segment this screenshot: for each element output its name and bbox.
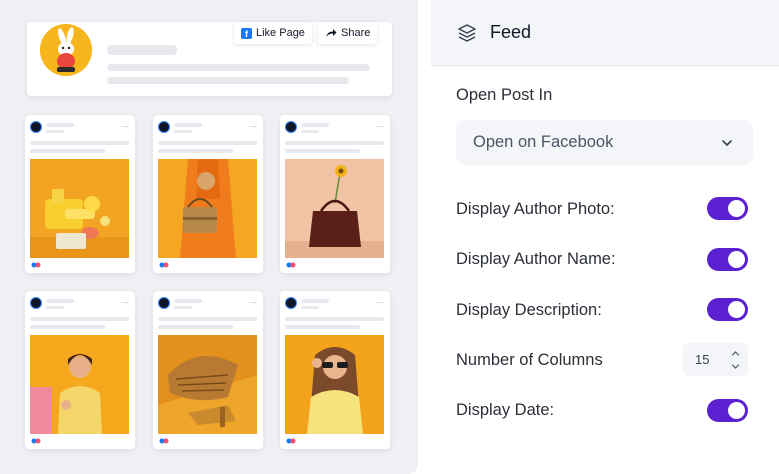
post-card[interactable]: ... — [25, 291, 135, 449]
post-text-skeleton — [158, 317, 257, 321]
post-date-skeleton — [301, 306, 319, 309]
post-image[interactable] — [30, 159, 129, 258]
post-author-skeleton — [301, 123, 329, 127]
post-author-skeleton — [174, 299, 202, 303]
more-options-icon[interactable]: ... — [121, 120, 129, 129]
description-label: Display Description: — [456, 301, 602, 319]
share-label: Share — [341, 27, 371, 39]
post-author-avatar — [285, 297, 297, 309]
page-name-skeleton — [107, 45, 177, 55]
post-text-skeleton — [285, 149, 360, 153]
reaction-icons — [159, 438, 169, 444]
more-options-icon[interactable]: ... — [376, 296, 384, 305]
post-text-skeleton — [30, 317, 129, 321]
share-button[interactable]: Share — [318, 22, 378, 44]
reaction-icons — [159, 262, 169, 268]
toggle-knob — [728, 200, 745, 217]
like-page-label: Like Page — [256, 27, 305, 39]
page-meta-skeleton — [107, 64, 370, 71]
post-text-skeleton — [30, 141, 129, 145]
author-name-toggle[interactable] — [707, 248, 748, 271]
post-text-skeleton — [285, 325, 360, 329]
date-label: Display Date: — [456, 401, 555, 419]
post-author-avatar — [158, 121, 170, 133]
open-post-select[interactable]: Open on Facebook — [456, 120, 753, 165]
post-author-skeleton — [46, 123, 74, 127]
description-toggle[interactable] — [707, 298, 748, 321]
post-text-skeleton — [158, 141, 257, 145]
chevron-down-icon — [722, 140, 732, 146]
post-image[interactable] — [158, 335, 257, 434]
toggle-knob — [728, 301, 745, 318]
post-card[interactable]: ... — [153, 291, 263, 449]
post-text-skeleton — [158, 149, 233, 153]
post-card[interactable]: ... — [25, 115, 135, 273]
post-date-skeleton — [174, 130, 192, 133]
post-author-avatar — [285, 121, 297, 133]
post-text-skeleton — [30, 149, 105, 153]
open-post-value: Open on Facebook — [473, 133, 614, 151]
toggle-knob — [728, 251, 745, 268]
toggle-knob — [728, 402, 745, 419]
post-image[interactable] — [285, 335, 384, 434]
more-options-icon[interactable]: ... — [249, 120, 257, 129]
facebook-icon: f — [241, 27, 252, 39]
post-card[interactable]: ... — [153, 115, 263, 273]
more-options-icon[interactable]: ... — [376, 120, 384, 129]
feed-settings-panel: Feed Open Post In Open on Facebook Displ… — [431, 0, 779, 474]
page-meta-skeleton — [107, 77, 349, 84]
post-text-skeleton — [285, 141, 384, 145]
post-author-avatar — [30, 121, 42, 133]
panel-title: Feed — [490, 22, 532, 42]
columns-stepper[interactable]: 15 — [683, 343, 748, 376]
post-date-skeleton — [301, 130, 319, 133]
layers-icon — [458, 24, 476, 42]
columns-label: Number of Columns — [456, 351, 603, 369]
post-author-skeleton — [174, 123, 202, 127]
author-photo-label: Display Author Photo: — [456, 200, 615, 218]
post-image[interactable] — [30, 335, 129, 434]
post-text-skeleton — [30, 325, 105, 329]
reaction-icons — [286, 438, 296, 444]
stepper-arrows-icon[interactable] — [731, 349, 740, 371]
panel-header: Feed — [431, 0, 779, 66]
post-author-skeleton — [301, 299, 329, 303]
author-photo-toggle[interactable] — [707, 197, 748, 220]
columns-value: 15 — [695, 352, 710, 367]
page-avatar — [40, 24, 92, 76]
post-date-skeleton — [174, 306, 192, 309]
reaction-icons — [31, 438, 41, 444]
share-icon — [326, 29, 337, 37]
open-post-label: Open Post In — [456, 86, 553, 104]
post-text-skeleton — [285, 317, 384, 321]
more-options-icon[interactable]: ... — [121, 296, 129, 305]
post-author-skeleton — [46, 299, 74, 303]
like-page-button[interactable]: f Like Page — [234, 22, 312, 44]
date-toggle[interactable] — [707, 399, 748, 422]
post-image[interactable] — [158, 159, 257, 258]
post-text-skeleton — [158, 325, 233, 329]
post-date-skeleton — [46, 306, 64, 309]
reaction-icons — [31, 262, 41, 268]
more-options-icon[interactable]: ... — [249, 296, 257, 305]
post-image[interactable] — [285, 159, 384, 258]
post-author-avatar — [30, 297, 42, 309]
author-name-label: Display Author Name: — [456, 250, 616, 268]
feed-preview: f Like Page Share ... ... ... ... ... ..… — [0, 0, 418, 474]
post-card[interactable]: ... — [280, 291, 390, 449]
reaction-icons — [286, 262, 296, 268]
post-author-avatar — [158, 297, 170, 309]
post-card[interactable]: ... — [280, 115, 390, 273]
post-date-skeleton — [46, 130, 64, 133]
